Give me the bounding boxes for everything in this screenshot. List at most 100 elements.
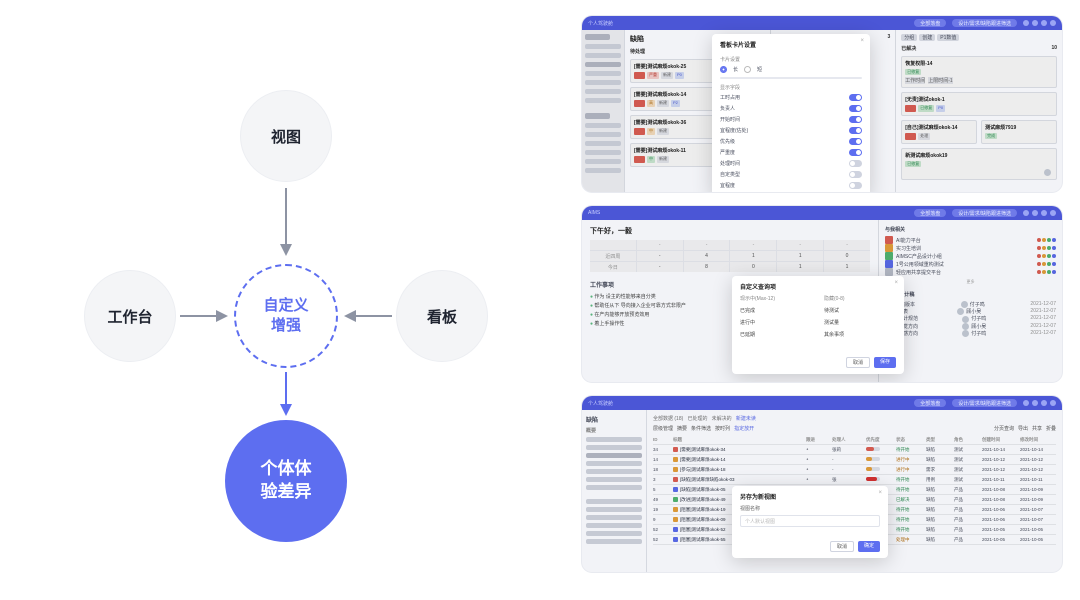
query-field[interactable]: 测试量 (824, 319, 896, 326)
tool-digest[interactable]: 摘要 (677, 425, 687, 432)
toggle[interactable] (849, 116, 862, 123)
table-row[interactable]: 34[需要]测试麻烦okok-34∘张莉待开始缺陷测试2021-10-14202… (653, 445, 1056, 455)
tool-filter[interactable]: 条件筛选 (691, 425, 711, 432)
sidebar-item[interactable] (586, 515, 642, 520)
sidebar-item[interactable] (586, 453, 642, 458)
toggle[interactable] (849, 160, 862, 167)
ok-button[interactable]: 确定 (858, 541, 880, 552)
project-item[interactable]: AI能力平台 (885, 236, 1056, 244)
search-icon[interactable] (1023, 400, 1029, 406)
toggle[interactable] (849, 182, 862, 189)
tool-collapse[interactable]: 折叠 (1046, 425, 1056, 432)
sidebar-item[interactable] (586, 461, 642, 466)
query-field[interactable]: 进行中 (740, 319, 812, 326)
search-icon[interactable] (1023, 210, 1029, 216)
chip-p[interactable]: P1数值 (937, 34, 959, 41)
design-row[interactable]: · 人物情感方向付子鸣2021-12-07 (885, 330, 1056, 337)
sidebar-item[interactable] (586, 477, 642, 482)
sidebar-item[interactable] (586, 539, 642, 544)
save-button[interactable]: 保存 (874, 357, 896, 368)
bell-icon[interactable] (1032, 400, 1038, 406)
toggle[interactable] (849, 138, 862, 145)
cancel-button[interactable]: 取消 (846, 357, 870, 368)
help-icon[interactable] (1041, 210, 1047, 216)
topbar-badge-2[interactable]: 设计/需求/缺陷跟进筛选 (952, 399, 1017, 407)
table-row[interactable]: 14[需要]测试麻烦okok-14∘-进行中缺陷测试2021-10-122021… (653, 455, 1056, 465)
sidebar-item[interactable] (586, 523, 642, 528)
tab-unread[interactable]: 新建未读 (736, 416, 756, 422)
tab-unresolved[interactable]: 未解决的 (712, 416, 732, 422)
design-row[interactable]: · 1.0定稿版本付子鸣2021-12-07 (885, 301, 1056, 308)
tool-column[interactable]: 按时列 (715, 425, 730, 432)
close-icon[interactable]: × (878, 490, 882, 496)
search-icon[interactable] (1023, 20, 1029, 26)
help-icon[interactable] (1041, 400, 1047, 406)
sidebar-item[interactable] (585, 132, 621, 137)
topbar-badge[interactable]: 全部落盘 (914, 399, 946, 407)
sidebar-item[interactable] (585, 71, 621, 76)
more-link[interactable]: 更多 (885, 279, 1056, 285)
topbar-badge-2[interactable]: 设计/需求/缺陷跟进筛选 (952, 209, 1017, 217)
query-field[interactable]: 待测试 (824, 307, 896, 314)
query-field[interactable]: 已完成 (740, 307, 812, 314)
kanban-card[interactable]: 测试麻烦7919 完成 (981, 120, 1057, 144)
topbar-badge-2[interactable]: 设计/需求/缺陷跟进筛选 (952, 19, 1017, 27)
kanban-card[interactable]: 新测试麻烦okok19 已修复 (901, 148, 1057, 180)
avatar-icon[interactable] (1050, 400, 1056, 406)
sidebar-item[interactable] (585, 141, 621, 146)
project-item[interactable]: 1号公用领域重构测试 (885, 260, 1056, 268)
close-icon[interactable]: × (894, 280, 898, 286)
cancel-button[interactable]: 取消 (830, 541, 854, 552)
tab-handled[interactable]: 已处理的 (687, 416, 707, 422)
sidebar-item[interactable] (586, 499, 642, 504)
design-row[interactable]: · 内容列表顾小吴2021-12-07 (885, 308, 1056, 315)
tool-share[interactable]: 共享 (1032, 425, 1042, 432)
sidebar-item[interactable] (586, 507, 642, 512)
design-row[interactable]: · 视觉设计规范付子鸣2021-12-07 (885, 315, 1056, 322)
chip-create[interactable]: 创建 (919, 34, 935, 41)
project-item[interactable]: 轻应用共享提交平台 (885, 268, 1056, 276)
sidebar-item[interactable] (586, 485, 642, 490)
query-field[interactable]: 已延期 (740, 331, 812, 338)
tool-tree[interactable]: 层级管理 (653, 425, 673, 432)
sidebar-item[interactable] (586, 445, 642, 450)
sidebar-item[interactable] (586, 469, 642, 474)
project-item[interactable]: AIMSC产品设计小组 (885, 252, 1056, 260)
bell-icon[interactable] (1032, 20, 1038, 26)
toggle[interactable] (849, 171, 862, 178)
sidebar-item[interactable] (585, 150, 621, 155)
kanban-card[interactable]: 恢复权限-14 已修复 工作时间 上限时间-1 (901, 56, 1057, 88)
sidebar-item[interactable] (585, 53, 621, 58)
chip-group[interactable]: 分组 (901, 34, 917, 41)
sidebar-item[interactable] (585, 44, 621, 49)
radio-short[interactable] (744, 66, 751, 73)
table-row[interactable]: 18[参与]测试麻烦okok-18∘-进行中需求测试2021-10-122021… (653, 465, 1056, 475)
tool-page[interactable]: 分页查询 (994, 425, 1014, 432)
sidebar-item[interactable] (585, 80, 621, 85)
toggle[interactable] (849, 127, 862, 134)
toggle[interactable] (849, 105, 862, 112)
topbar-badge[interactable]: 全部落盘 (914, 19, 946, 27)
tool-expand[interactable]: 指定放开 (734, 425, 754, 432)
sidebar-item[interactable] (586, 437, 642, 442)
toggle[interactable] (849, 149, 862, 156)
project-item[interactable]: 实习生培训 (885, 244, 1056, 252)
sidebar-item[interactable] (585, 159, 621, 164)
table-row[interactable]: 3[缺陷]测试麻烦缺陷okok-03∘张待开始用例测试2021-10-11202… (653, 475, 1056, 485)
sidebar-item[interactable] (585, 168, 621, 173)
toggle[interactable] (849, 94, 862, 101)
sidebar-item[interactable] (585, 123, 621, 128)
radio-long[interactable] (720, 66, 727, 73)
avatar-icon[interactable] (1050, 210, 1056, 216)
topbar-badge[interactable]: 全部落盘 (914, 209, 946, 217)
kanban-card[interactable]: [自己]测试麻烦okok-14 处理 (901, 120, 977, 144)
kanban-card[interactable]: [无责]测试okok-1 已修复P0 (901, 92, 1057, 116)
design-row[interactable]: · 产品视觉方向顾小吴2021-12-07 (885, 323, 1056, 330)
close-icon[interactable]: × (860, 38, 864, 44)
help-icon[interactable] (1041, 20, 1047, 26)
bell-icon[interactable] (1032, 210, 1038, 216)
avatar-icon[interactable] (1050, 20, 1056, 26)
sidebar-item[interactable] (585, 62, 621, 67)
tool-export[interactable]: 导出 (1018, 425, 1028, 432)
tab-all[interactable]: 全部数据 (18) (653, 416, 683, 422)
